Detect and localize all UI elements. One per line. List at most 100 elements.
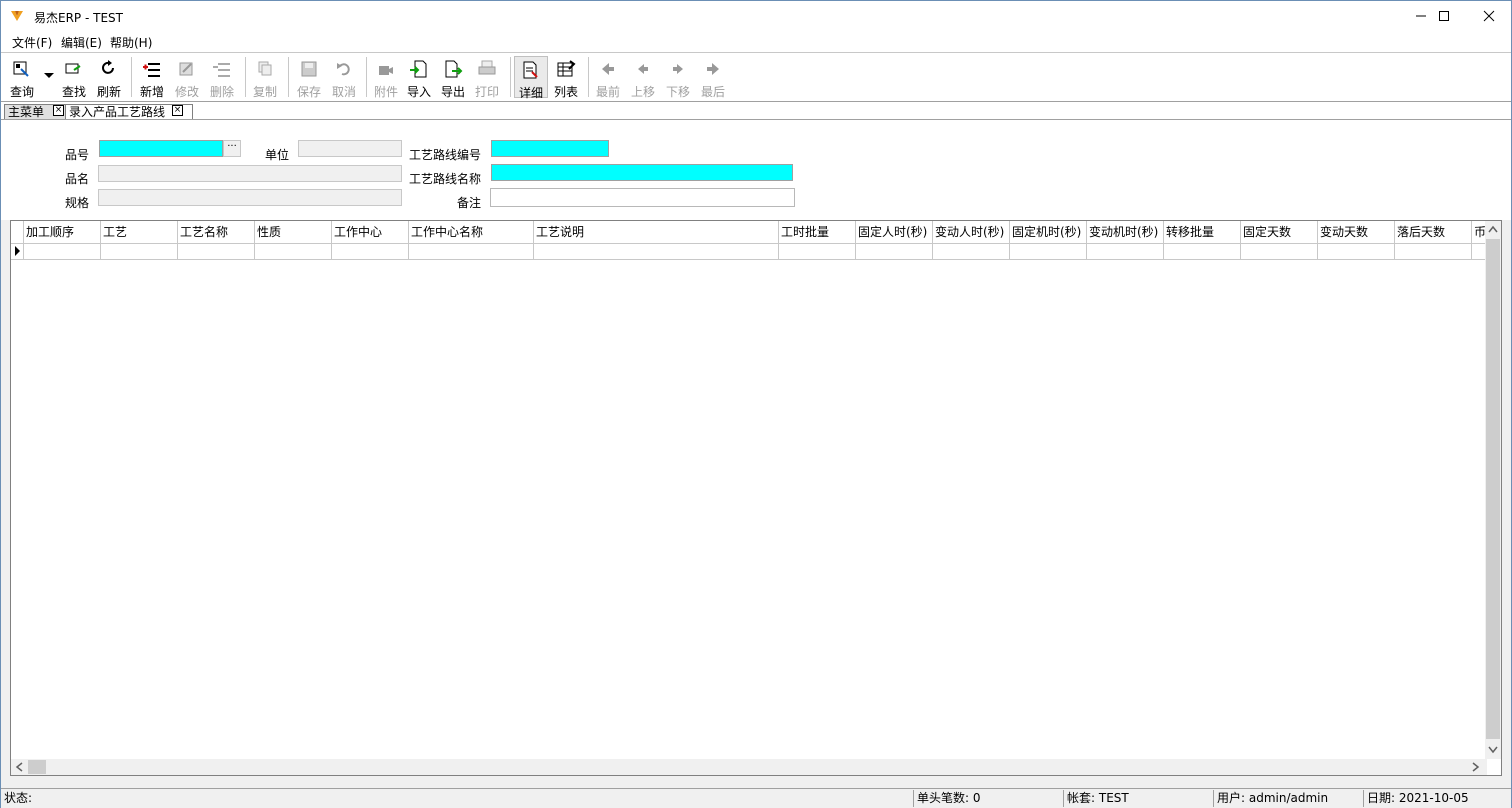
scroll-left-icon[interactable] <box>15 762 23 772</box>
col-fixed-labor[interactable]: 固定人时(秒) <box>856 221 933 243</box>
print-button[interactable]: 打印 <box>470 56 504 99</box>
toolbar-separator <box>366 57 367 97</box>
import-button[interactable]: 导入 <box>402 56 436 99</box>
record-count: 单头笔数: 0 <box>913 790 1063 807</box>
col-process-desc[interactable]: 工艺说明 <box>534 221 779 243</box>
grid-cell[interactable] <box>1164 243 1241 259</box>
status-bar: 状态: 单头笔数: 0 帐套: TEST 用户: admin/admin 日期:… <box>1 788 1511 808</box>
copy-button[interactable]: 复制 <box>248 56 282 99</box>
grid-cell[interactable] <box>933 243 1010 259</box>
grid-cell[interactable] <box>1087 243 1164 259</box>
col-process[interactable]: 工艺 <box>101 221 178 243</box>
save-button[interactable]: 保存 <box>292 56 326 99</box>
printer-icon <box>478 60 496 75</box>
menu-help[interactable]: 帮助(H) <box>110 34 152 51</box>
col-variable-labor[interactable]: 变动人时(秒) <box>933 221 1010 243</box>
col-variable-days[interactable]: 变动天数 <box>1318 221 1395 243</box>
row-indicator <box>11 243 24 259</box>
prev-record-button[interactable]: 上移 <box>626 56 660 99</box>
detail-button[interactable]: 详细 <box>514 56 548 100</box>
last-record-button[interactable]: 最后 <box>696 56 730 99</box>
grid-cell[interactable] <box>1010 243 1087 259</box>
col-nature[interactable]: 性质 <box>255 221 332 243</box>
grid-corner <box>11 221 24 243</box>
toolbar: 查询 查找 刷新 新增 修改 删除 复制 保存 取消 附件 导入 导出 打印 详… <box>1 52 1511 102</box>
toolbar-separator <box>588 57 589 97</box>
refresh-icon <box>102 60 114 74</box>
close-button[interactable] <box>1466 1 1512 31</box>
app-window: 易杰ERP - TEST 文件(F) 编辑(E) 帮助(H) 查询 查找 刷新 <box>0 0 1512 808</box>
col-process-name[interactable]: 工艺名称 <box>178 221 255 243</box>
grid-cell[interactable] <box>1241 243 1318 259</box>
scroll-down-icon[interactable] <box>1488 746 1498 754</box>
attach-button[interactable]: 附件 <box>369 56 403 99</box>
close-icon <box>1483 10 1495 22</box>
horizontal-scrollbar[interactable] <box>11 759 1487 775</box>
grid-cell[interactable] <box>332 243 409 259</box>
col-variable-machine[interactable]: 变动机时(秒) <box>1087 221 1164 243</box>
grid-cell[interactable] <box>779 243 856 259</box>
grid-cell[interactable] <box>101 243 178 259</box>
grid-cell[interactable] <box>409 243 534 259</box>
list-button[interactable]: 列表 <box>549 56 583 99</box>
query-dropdown-icon[interactable] <box>44 73 54 79</box>
part-name-field <box>98 165 402 182</box>
grid-cell[interactable] <box>24 243 101 259</box>
delete-icon <box>213 63 230 77</box>
maximize-button[interactable] <box>1421 1 1467 31</box>
col-fixed-days[interactable]: 固定天数 <box>1241 221 1318 243</box>
toolbar-separator <box>288 57 289 97</box>
tab-main-menu-close-icon[interactable]: × <box>53 105 64 116</box>
grid-header-row: 加工顺序 工艺 工艺名称 性质 工作中心 工作中心名称 工艺说明 工时批量 固定… <box>11 221 1487 244</box>
route-no-label: 工艺路线编号 <box>408 148 481 162</box>
next-arrow-icon <box>673 64 683 74</box>
menu-file[interactable]: 文件(F) <box>12 34 52 51</box>
refresh-button[interactable]: 刷新 <box>92 56 126 99</box>
next-record-button[interactable]: 下移 <box>661 56 695 99</box>
unit-label: 单位 <box>264 148 289 162</box>
table-row[interactable] <box>11 243 1487 260</box>
undo-icon <box>337 63 350 76</box>
grid-cell[interactable] <box>255 243 332 259</box>
route-no-input[interactable] <box>491 140 609 157</box>
cancel-button[interactable]: 取消 <box>327 56 361 99</box>
header-form: 品号 ··· 品名 规格 单位 工艺路线编号 工艺路线名称 备注 <box>1 120 1511 220</box>
part-no-lookup-button[interactable]: ··· <box>223 140 241 157</box>
col-work-center[interactable]: 工作中心 <box>332 221 409 243</box>
edit-button[interactable]: 修改 <box>170 56 204 99</box>
scroll-right-icon[interactable] <box>1472 762 1480 772</box>
menu-bar: 文件(F) 编辑(E) 帮助(H) <box>1 31 1511 51</box>
col-seq[interactable]: 加工顺序 <box>24 221 101 243</box>
grid-cell[interactable] <box>856 243 933 259</box>
route-detail-grid[interactable]: 加工顺序 工艺 工艺名称 性质 工作中心 工作中心名称 工艺说明 工时批量 固定… <box>10 220 1502 776</box>
scroll-up-icon[interactable] <box>1488 225 1498 233</box>
route-name-input[interactable] <box>491 164 793 181</box>
tab-route-entry-close-icon[interactable]: × <box>172 105 183 116</box>
export-button[interactable]: 导出 <box>436 56 470 99</box>
col-hour-batch[interactable]: 工时批量 <box>779 221 856 243</box>
col-lag-days[interactable]: 落后天数 <box>1395 221 1472 243</box>
col-work-center-name[interactable]: 工作中心名称 <box>409 221 534 243</box>
document-tabs: 主菜单 × 录入产品工艺路线 × <box>1 102 1511 120</box>
vertical-scrollbar[interactable] <box>1485 221 1501 759</box>
app-logo-icon <box>11 11 23 21</box>
add-button[interactable]: 新增 <box>135 56 169 99</box>
grid-cell[interactable] <box>1395 243 1472 259</box>
grid-cell[interactable] <box>534 243 779 259</box>
remark-input[interactable] <box>490 188 795 207</box>
query-button[interactable]: 查询 <box>5 56 39 99</box>
delete-button[interactable]: 删除 <box>205 56 239 99</box>
menu-edit[interactable]: 编辑(E) <box>61 34 102 51</box>
find-button[interactable]: 查找 <box>57 56 91 99</box>
grid-cell[interactable] <box>1318 243 1395 259</box>
part-name-label: 品名 <box>64 172 89 186</box>
horizontal-scroll-thumb[interactable] <box>28 760 46 774</box>
col-transfer-batch[interactable]: 转移批量 <box>1164 221 1241 243</box>
grid-cell[interactable] <box>178 243 255 259</box>
col-fixed-machine[interactable]: 固定机时(秒) <box>1010 221 1087 243</box>
toolbar-separator <box>131 57 132 97</box>
date-info: 日期: 2021-10-05 <box>1363 790 1509 807</box>
first-record-button[interactable]: 最前 <box>591 56 625 99</box>
vertical-scroll-thumb[interactable] <box>1486 239 1500 739</box>
part-no-input[interactable] <box>99 140 223 157</box>
